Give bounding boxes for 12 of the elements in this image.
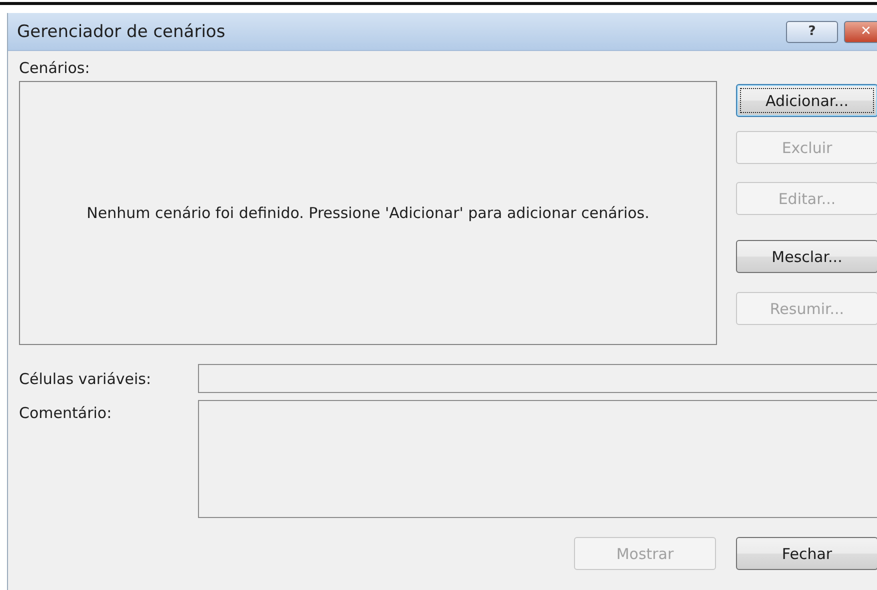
changing-cells-label: Células variáveis:	[19, 370, 152, 388]
changing-cells-field[interactable]	[198, 364, 877, 393]
scenarios-label: Cenários:	[19, 59, 90, 77]
dialog-button[interactable]: Fechar	[736, 537, 877, 570]
scenario-list[interactable]: Nenhum cenário foi definido. Pressione 'Adicionar' para adicionar cenários.	[19, 81, 717, 345]
help-button[interactable]: ?	[786, 20, 838, 42]
dialog-button[interactable]: Mesclar...	[736, 240, 877, 273]
comment-label: Comentário:	[19, 403, 113, 424]
window-title: Gerenciador de cenários	[16, 22, 226, 42]
comment-field[interactable]	[198, 400, 877, 518]
empty-message: Nenhum cenário foi definido. Pressione 'Adicionar' para adicionar cenários.	[86, 204, 650, 222]
dialog-button[interactable]: Adicionar...	[736, 84, 877, 117]
